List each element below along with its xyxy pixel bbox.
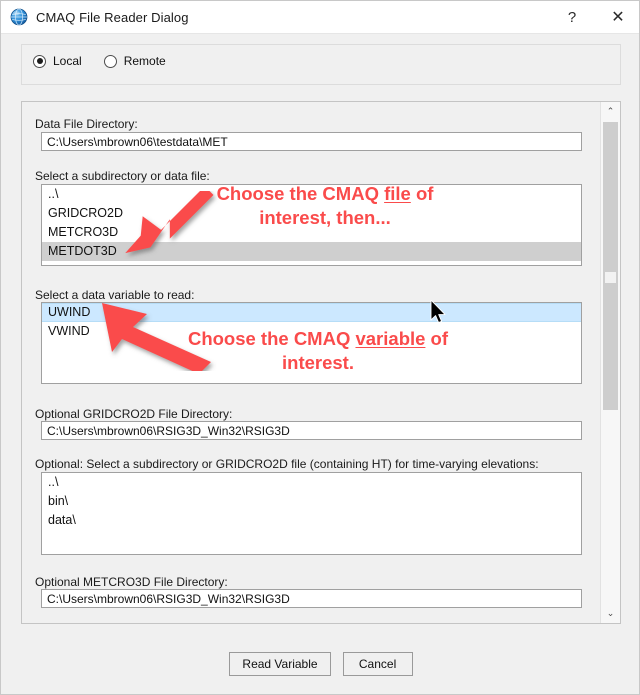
list-item[interactable]: VWIND (42, 322, 581, 341)
read-variable-button[interactable]: Read Variable (229, 652, 331, 676)
window-title: CMAQ File Reader Dialog (36, 9, 189, 25)
radio-remote-indicator (103, 54, 117, 68)
subdirectory-list[interactable]: ..\ GRIDCRO2D METCRO3D METDOT3D (41, 184, 582, 266)
list-item[interactable]: ..\ (42, 185, 581, 204)
globe-icon (10, 8, 28, 26)
list-item[interactable]: METCRO3D (42, 223, 581, 242)
scroll-down-icon[interactable]: ⌄ (601, 604, 620, 623)
metcro3d-directory-input[interactable]: C:\Users\mbrown06\RSIG3D_Win32\RSIG3D (41, 589, 582, 608)
metcro3d-directory-label: Optional METCRO3D File Directory: (35, 575, 228, 589)
dialog-footer: Read Variable Cancel (1, 637, 639, 694)
cancel-button[interactable]: Cancel (342, 652, 413, 676)
list-item[interactable]: data\ (42, 511, 581, 530)
scrollbar-thumb-grip (605, 272, 616, 283)
footer-button-row: Read Variable Cancel (1, 652, 639, 676)
close-button[interactable]: ✕ (595, 1, 639, 33)
gridcro2d-directory-input[interactable]: C:\Users\mbrown06\RSIG3D_Win32\RSIG3D (41, 421, 582, 440)
list-item[interactable]: bin\ (42, 492, 581, 511)
help-button[interactable]: ? (549, 1, 595, 33)
radio-local-indicator (33, 54, 46, 68)
subdirectory-list-label: Select a subdirectory or data file: (35, 169, 210, 183)
gridcro2d-directory-label: Optional GRIDCRO2D File Directory: (35, 407, 233, 421)
list-item[interactable]: ..\ (42, 473, 581, 492)
list-item-selected[interactable]: UWIND (42, 303, 581, 322)
list-item-selected[interactable]: METDOT3D (42, 242, 581, 261)
scroll-up-icon[interactable]: ⌃ (601, 102, 620, 121)
settings-scroll-panel: Data File Directory: C:\Users\mbrown06\t… (21, 101, 621, 624)
radio-remote-label: Remote (123, 54, 166, 68)
scrollbar-thumb[interactable] (603, 122, 618, 410)
variable-list[interactable]: UWIND VWIND (41, 302, 582, 384)
radio-local-label: Local (53, 54, 82, 68)
radio-local[interactable]: Local (33, 54, 82, 68)
variable-list-label: Select a data variable to read: (35, 288, 195, 302)
elevation-list-label: Optional: Select a subdirectory or GRIDC… (35, 457, 539, 471)
data-file-directory-label: Data File Directory: (35, 117, 138, 131)
settings-panel-content: Data File Directory: C:\Users\mbrown06\t… (22, 102, 600, 623)
connection-mode-group: Local Remote (21, 44, 621, 85)
list-item[interactable]: GRIDCRO2D (42, 204, 581, 223)
vertical-scrollbar[interactable]: ⌃ ⌄ (600, 102, 620, 623)
data-file-directory-input[interactable]: C:\Users\mbrown06\testdata\MET (41, 132, 582, 151)
cmaq-file-reader-dialog: CMAQ File Reader Dialog ? ✕ Local Remote… (0, 0, 640, 695)
radio-remote[interactable]: Remote (103, 54, 166, 68)
connection-mode-radios: Local Remote (33, 54, 188, 68)
elevation-list[interactable]: ..\ bin\ data\ (41, 472, 582, 555)
title-bar: CMAQ File Reader Dialog ? ✕ (1, 1, 639, 34)
